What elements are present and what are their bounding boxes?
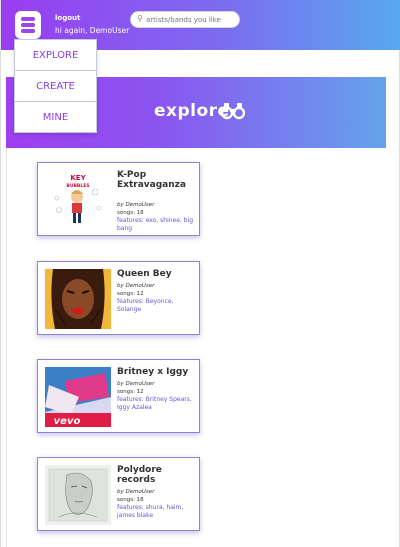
- greeting: hi again, DemoUser: [55, 26, 129, 35]
- playlist-cover: KEY BUBBLES: [45, 170, 111, 230]
- playlist-meta: by DemoUser songs: 18 features: shura, h…: [117, 489, 199, 519]
- menu-toggle-button[interactable]: [15, 11, 41, 39]
- playlist-author: by DemoUser: [117, 381, 155, 387]
- playlist-card[interactable]: KEY BUBBLES K-Pop Extravaganza by DemoUs…: [37, 162, 200, 236]
- playlist-song-count: songs: 12: [117, 388, 144, 395]
- menu-icon-line: [21, 23, 35, 27]
- playlist-song-count: songs: 18: [117, 209, 144, 216]
- search-input[interactable]: [146, 14, 236, 26]
- menu-icon-line: [21, 17, 35, 21]
- playlist-card[interactable]: Polydore records by DemoUser songs: 18 f…: [37, 457, 200, 531]
- search-icon: ⚲: [137, 14, 143, 23]
- playlist-meta: by DemoUser songs: 12 features: Britney …: [117, 381, 199, 411]
- playlist-author: by DemoUser: [117, 202, 155, 208]
- cover-text: BUBBLES: [66, 183, 89, 189]
- playlist-features: features: shura, haim, james blake: [117, 504, 184, 519]
- binoculars-icon: [221, 103, 245, 120]
- playlist-features: features: Beyonce, Solange: [117, 298, 174, 313]
- playlist-author: by DemoUser: [117, 489, 155, 495]
- nav-dropdown-menu: EXPLORE CREATE MINE: [14, 39, 97, 133]
- playlist-title: Queen Bey: [117, 269, 172, 279]
- playlist-author: by DemoUser: [117, 283, 155, 289]
- search-box[interactable]: ⚲: [130, 11, 240, 28]
- playlist-card[interactable]: vevo Britney x Iggy by DemoUser songs: 1…: [37, 359, 200, 433]
- playlist-title: Polydore records: [117, 465, 162, 485]
- playlist-cover: vevo: [45, 367, 111, 427]
- page: logout hi again, DemoUser ⚲ explore KEY …: [0, 0, 400, 547]
- playlist-card[interactable]: Queen Bey by DemoUser songs: 12 features…: [37, 261, 200, 335]
- playlist-title: K-Pop Extravaganza: [117, 170, 186, 190]
- menu-item-create[interactable]: CREATE: [15, 71, 96, 102]
- banner-title: explore: [154, 101, 230, 121]
- playlist-features: features: exo, shinee, big bang: [117, 217, 194, 232]
- playlist-cover: [45, 269, 111, 329]
- username: DemoUser: [89, 26, 130, 35]
- menu-item-mine[interactable]: MINE: [15, 102, 96, 133]
- playlist-features: features: Britney Spears, Iggy Azalea: [117, 396, 192, 411]
- cover-text: KEY: [70, 174, 86, 182]
- playlist-song-count: songs: 18: [117, 496, 144, 503]
- playlist-meta: by DemoUser songs: 18 features: exo, shi…: [117, 202, 199, 232]
- greeting-prefix: hi again,: [55, 26, 88, 35]
- playlist-cover: [45, 465, 111, 525]
- cover-text: vevo: [54, 416, 81, 427]
- menu-item-explore[interactable]: EXPLORE: [15, 40, 96, 71]
- playlist-meta: by DemoUser songs: 12 features: Beyonce,…: [117, 283, 199, 313]
- playlist-song-count: songs: 12: [117, 290, 144, 297]
- playlist-title: Britney x Iggy: [117, 367, 189, 377]
- logout-link[interactable]: logout: [55, 14, 80, 22]
- menu-icon-line: [21, 29, 35, 33]
